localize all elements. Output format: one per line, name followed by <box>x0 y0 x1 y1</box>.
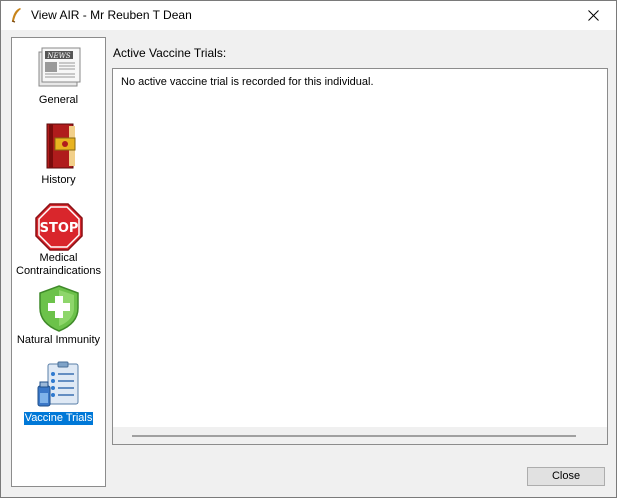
clipboard-vial-icon <box>37 361 78 407</box>
sidebar-item-vaccine-trials[interactable]: Vaccine Trials <box>12 360 105 425</box>
svg-text:STOP: STOP <box>39 221 78 236</box>
sidebar-item-general[interactable]: NEWS General <box>12 44 105 107</box>
section-label: Active Vaccine Trials: <box>113 46 227 60</box>
sidebar-item-label: History <box>41 174 76 186</box>
close-window-button[interactable] <box>570 1 616 30</box>
stop-sign-icon: STOP <box>34 203 83 251</box>
history-book-icon <box>46 123 75 169</box>
horizontal-scrollbar[interactable] <box>113 427 607 444</box>
empty-state-message: No active vaccine trial is recorded for … <box>121 76 374 88</box>
app-feather-icon <box>11 8 21 23</box>
sidebar-item-label: General <box>38 94 79 106</box>
close-button[interactable]: Close <box>527 467 605 486</box>
sidebar-item-label: Natural Immunity <box>16 334 101 346</box>
sidebar-item-label: Vaccine Trials <box>23 412 94 425</box>
news-icon: NEWS <box>38 47 80 87</box>
sidebar-item-label: Medical Contraindications <box>16 252 101 277</box>
sidebar-item-natural-immunity[interactable]: Natural Immunity <box>12 284 105 347</box>
view-air-window: View AIR - Mr Reuben T Dean NEWS General… <box>0 0 617 498</box>
sidebar-item-history[interactable]: History <box>12 122 105 187</box>
sidebar-item-medical-contraindications[interactable]: STOP Medical Contraindications <box>12 202 105 278</box>
shield-plus-icon <box>38 285 79 332</box>
vaccine-trials-list[interactable]: No active vaccine trial is recorded for … <box>112 68 608 445</box>
scrollbar-thumb[interactable] <box>132 435 576 437</box>
title-bar: View AIR - Mr Reuben T Dean <box>1 1 616 30</box>
svg-text:NEWS: NEWS <box>46 52 70 60</box>
category-sidebar: NEWS General History STOP Medical Contra… <box>11 37 106 487</box>
window-title: View AIR - Mr Reuben T Dean <box>31 8 192 22</box>
close-icon <box>587 10 599 21</box>
